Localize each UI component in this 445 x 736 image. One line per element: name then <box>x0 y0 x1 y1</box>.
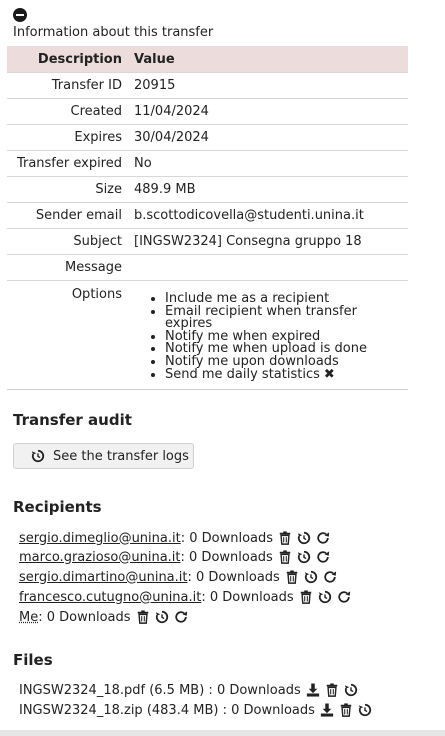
table-row: Created 11/04/2024 <box>7 98 408 125</box>
see-transfer-logs-button[interactable]: See the transfer logs <box>13 443 194 469</box>
recipient-email-link[interactable]: francesco.cutugno@unina.it <box>19 590 201 605</box>
option-label: Send me daily statistics <box>165 366 320 382</box>
row-value-message <box>128 254 408 281</box>
refresh-icon[interactable] <box>337 590 351 604</box>
row-label-expires: Expires <box>7 124 128 151</box>
transfer-info-table: Description Value Transfer ID 20915 Crea… <box>7 46 408 390</box>
table-row: Expires 30/04/2024 <box>7 124 408 151</box>
header-value: Value <box>128 46 408 73</box>
refresh-icon[interactable] <box>316 550 330 564</box>
recipient-me-link[interactable]: Me <box>19 610 38 625</box>
recipient-row: sergio.dimeglio@unina.it : 0 Downloads <box>19 529 330 547</box>
history-icon[interactable] <box>297 531 311 545</box>
files-heading: Files <box>13 651 53 669</box>
history-icon[interactable] <box>304 570 318 584</box>
trash-icon[interactable] <box>299 590 313 604</box>
history-icon[interactable] <box>344 683 358 697</box>
history-icon <box>31 449 45 463</box>
refresh-icon[interactable] <box>316 531 330 545</box>
history-icon[interactable] <box>358 703 372 717</box>
history-icon[interactable] <box>318 590 332 604</box>
bottom-scrollbar[interactable] <box>0 730 445 736</box>
row-value-size: 489.9 MB <box>128 176 408 203</box>
table-row: Size 489.9 MB <box>7 176 408 203</box>
recipient-email-link[interactable]: sergio.dimeglio@unina.it <box>19 531 181 546</box>
history-icon[interactable] <box>155 610 169 624</box>
see-transfer-logs-label: See the transfer logs <box>53 448 189 464</box>
transfer-audit-heading: Transfer audit <box>13 411 132 429</box>
collapse-minus-icon[interactable] <box>13 8 27 22</box>
row-label-size: Size <box>7 176 128 203</box>
recipients-heading: Recipients <box>13 498 102 516</box>
option-item-daily-stats: Send me daily statistics✖ <box>165 366 402 382</box>
row-value-options: Include me as a recipient Email recipien… <box>128 280 408 390</box>
table-row: Transfer expired No <box>7 150 408 177</box>
file-row: INGSW2324_18.zip (483.4 MB) : 0 Download… <box>19 701 372 719</box>
refresh-icon[interactable] <box>174 610 188 624</box>
recipient-email-link[interactable]: marco.grazioso@unina.it <box>19 550 181 565</box>
trash-icon[interactable] <box>339 703 353 717</box>
download-icon[interactable] <box>306 683 320 697</box>
recipient-downloads: : 0 Downloads <box>38 609 131 625</box>
row-label-transfer-expired: Transfer expired <box>7 150 128 177</box>
recipient-row-me: Me : 0 Downloads <box>19 608 188 626</box>
row-label-transfer-id: Transfer ID <box>7 72 128 99</box>
file-row: INGSW2324_18.pdf (6.5 MB) : 0 Downloads <box>19 681 358 699</box>
row-value-created: 11/04/2024 <box>128 98 408 125</box>
option-item: Email recipient when transfer expires <box>165 305 402 331</box>
table-row: Sender email b.scottodicovella@studenti.… <box>7 202 408 229</box>
table-row: Transfer ID 20915 <box>7 72 408 99</box>
trash-icon[interactable] <box>285 570 299 584</box>
recipient-row: marco.grazioso@unina.it : 0 Downloads <box>19 548 330 566</box>
row-label-sender-email: Sender email <box>7 202 128 229</box>
file-info: INGSW2324_18.pdf (6.5 MB) : 0 Downloads <box>19 682 301 698</box>
recipient-row: sergio.dimartino@unina.it : 0 Downloads <box>19 568 337 586</box>
header-description: Description <box>7 46 128 73</box>
row-value-transfer-id: 20915 <box>128 72 408 99</box>
row-value-subject: [INGSW2324] Consegna gruppo 18 <box>128 228 408 255</box>
trash-icon[interactable] <box>136 610 150 624</box>
recipient-downloads: : 0 Downloads <box>187 569 280 585</box>
download-icon[interactable] <box>320 703 334 717</box>
table-row: Subject [INGSW2324] Consegna gruppo 18 <box>7 228 408 255</box>
row-label-subject: Subject <box>7 228 128 255</box>
trash-icon[interactable] <box>278 531 292 545</box>
history-icon[interactable] <box>297 550 311 564</box>
file-info: INGSW2324_18.zip (483.4 MB) : 0 Download… <box>19 702 315 718</box>
trash-icon[interactable] <box>278 550 292 564</box>
table-row: Message <box>7 254 408 281</box>
row-label-message: Message <box>7 254 128 281</box>
info-title: Information about this transfer <box>13 25 214 40</box>
recipient-downloads: : 0 Downloads <box>201 589 294 605</box>
row-label-options: Options <box>7 280 128 390</box>
trash-icon[interactable] <box>325 683 339 697</box>
refresh-icon[interactable] <box>323 570 337 584</box>
recipient-row: francesco.cutugno@unina.it : 0 Downloads <box>19 588 351 606</box>
row-value-sender-email: b.scottodicovella@studenti.unina.it <box>128 202 408 229</box>
row-value-expires: 30/04/2024 <box>128 124 408 151</box>
recipient-email-link[interactable]: sergio.dimartino@unina.it <box>19 570 188 585</box>
table-header: Description Value <box>7 46 408 73</box>
recipient-downloads: : 0 Downloads <box>180 530 274 546</box>
recipient-downloads: : 0 Downloads <box>180 549 273 565</box>
row-label-created: Created <box>7 98 128 125</box>
close-icon: ✖ <box>323 366 335 382</box>
row-value-transfer-expired: No <box>128 150 408 177</box>
options-list: Include me as a recipient Email recipien… <box>134 292 402 382</box>
table-row-options: Options Include me as a recipient Email … <box>7 280 408 390</box>
